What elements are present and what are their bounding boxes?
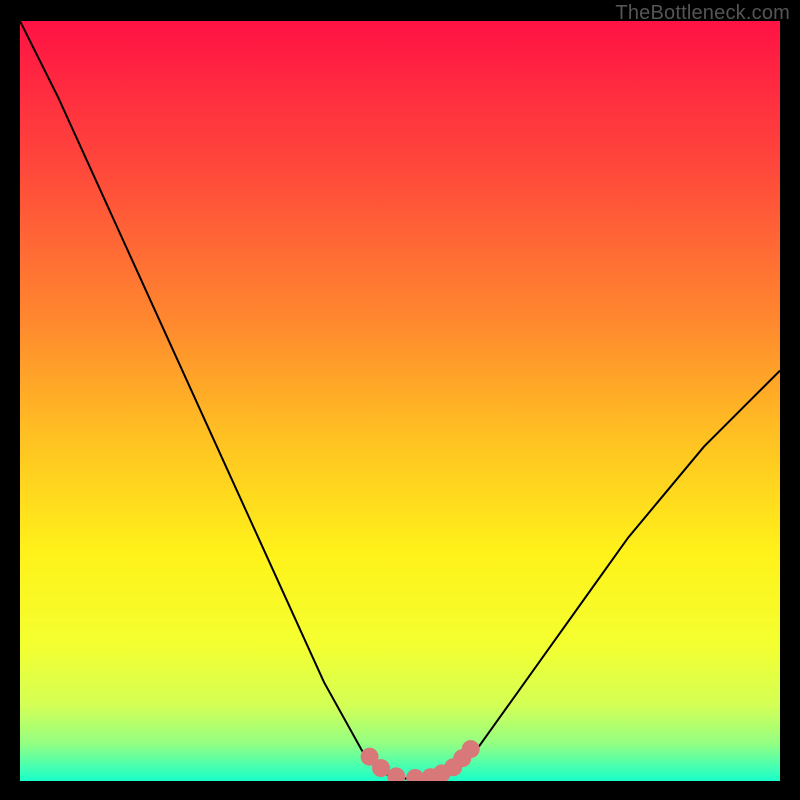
curve-layer	[20, 21, 780, 781]
marker-dot	[406, 769, 424, 781]
marker-dot	[387, 767, 405, 781]
watermark-text: TheBottleneck.com	[615, 2, 790, 25]
chart-frame: TheBottleneck.com	[0, 0, 800, 800]
bottleneck-curve	[20, 21, 780, 779]
plot-area	[20, 21, 780, 781]
marker-dot	[372, 759, 390, 777]
curve-markers	[361, 740, 480, 781]
marker-dot	[462, 740, 480, 758]
